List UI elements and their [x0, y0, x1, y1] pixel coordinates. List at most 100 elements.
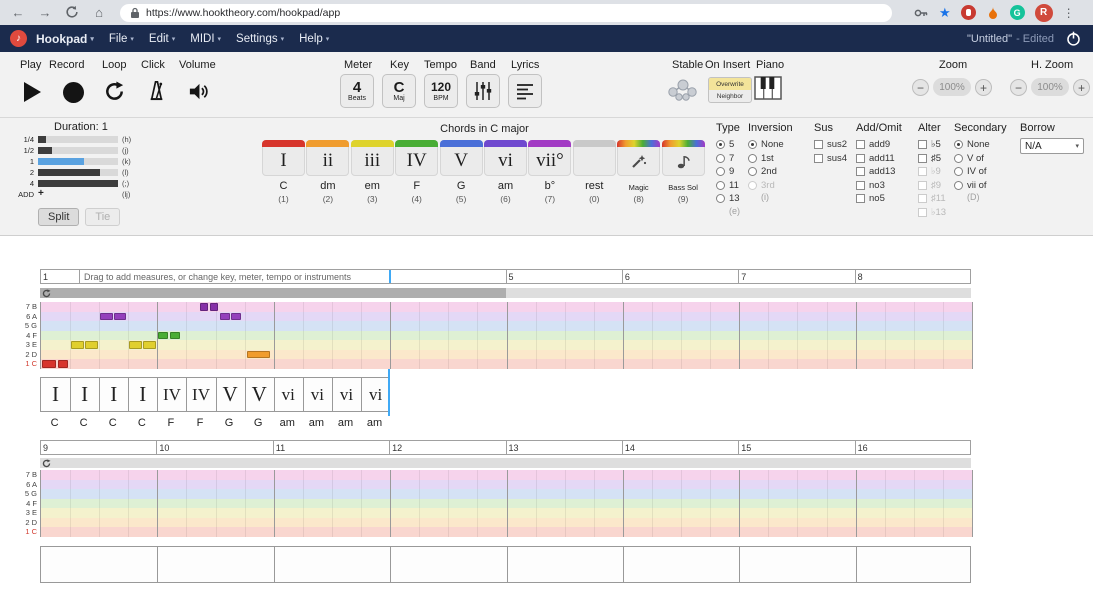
add_omit-option-add11[interactable]: add11 [856, 152, 902, 166]
chord-cell[interactable]: I [70, 378, 99, 411]
note-E[interactable] [70, 341, 84, 349]
chord-cell[interactable]: IV [157, 378, 186, 411]
extension-icon-red[interactable] [960, 5, 976, 20]
chord-lane[interactable] [40, 546, 971, 583]
duration-option-4[interactable]: 4 (;) [14, 178, 259, 188]
duration-option-ADD[interactable]: ADD + (lj) [14, 189, 259, 199]
duration-option-1/4[interactable]: 1/4 (h) [14, 134, 259, 144]
chord-cell[interactable]: V [245, 378, 274, 411]
alter-option-♭5[interactable]: ♭5 [918, 138, 946, 152]
record-button[interactable] [58, 77, 88, 107]
forward-icon[interactable]: → [37, 6, 53, 19]
bookmark-star-icon[interactable]: ★ [939, 6, 951, 19]
note-E[interactable] [85, 341, 99, 349]
reload-icon[interactable] [64, 5, 80, 21]
sus-option-sus4[interactable]: sus4 [814, 152, 847, 166]
inversion-option-None[interactable]: None [748, 138, 793, 152]
note-A[interactable] [231, 312, 242, 320]
meter-button[interactable]: 4 Beats [340, 74, 374, 108]
zoom-out-button[interactable]: − [912, 79, 929, 96]
address-bar[interactable]: https://www.hooktheory.com/hookpad/app [120, 3, 892, 22]
h-zoom-in-button[interactable]: + [1073, 79, 1090, 96]
chord-button-dm[interactable]: ii [306, 140, 350, 176]
sus-option-sus2[interactable]: sus2 [814, 138, 847, 152]
type-option-13[interactable]: 13 [716, 192, 740, 206]
chord-button-Bass Sol[interactable] [661, 140, 705, 176]
note-F[interactable] [169, 331, 180, 339]
note-A[interactable] [219, 312, 230, 320]
alter-option-♯9[interactable]: ♯9 [918, 179, 946, 193]
menu-hookpad[interactable]: Hookpad ▾ [36, 32, 94, 46]
note-E[interactable] [128, 341, 142, 349]
add_omit-option-no5[interactable]: no5 [856, 192, 902, 206]
click-button[interactable] [141, 75, 171, 105]
extension-icon-green[interactable]: G [1009, 5, 1025, 20]
section-bar[interactable] [40, 288, 971, 298]
chord-button-em[interactable]: iii [350, 140, 394, 176]
menu-help[interactable]: Help ▾ [299, 33, 329, 45]
inversion-option-2nd[interactable]: 2nd [748, 165, 793, 179]
power-button[interactable] [1064, 29, 1083, 48]
note-grid[interactable] [40, 470, 973, 537]
note-B[interactable] [209, 303, 218, 311]
chord-button-C[interactable]: I [262, 140, 305, 176]
measure-ruler[interactable]: 1 5 6 7 8 Drag to add measures, or change key… [40, 269, 971, 284]
lyrics-button[interactable] [508, 74, 542, 108]
hookpad-logo-icon[interactable]: ♪ [10, 30, 27, 47]
piano-button[interactable] [754, 76, 782, 105]
note-D[interactable] [246, 350, 270, 358]
add_omit-option-add9[interactable]: add9 [856, 138, 902, 152]
secondary-option-None[interactable]: None [954, 138, 1007, 152]
type-option-7[interactable]: 7 [716, 152, 740, 166]
inversion-option-1st[interactable]: 1st [748, 152, 793, 166]
type-option-11[interactable]: 11 [716, 179, 740, 193]
menu-midi[interactable]: MIDI ▾ [190, 33, 221, 45]
profile-avatar[interactable]: R [1034, 3, 1053, 22]
menu-file[interactable]: File ▾ [109, 33, 134, 45]
alter-option-♯11[interactable]: ♯11 [918, 192, 946, 206]
key-icon[interactable] [913, 5, 929, 21]
back-icon[interactable]: ← [10, 6, 26, 19]
split-button[interactable]: Split [38, 208, 80, 226]
chord-cell[interactable]: vi [332, 378, 361, 411]
alter-option-♯5[interactable]: ♯5 [918, 152, 946, 166]
note-C[interactable] [41, 360, 56, 368]
add_omit-option-add13[interactable]: add13 [856, 165, 902, 179]
note-grid[interactable] [40, 302, 973, 369]
chord-cell[interactable]: I [41, 378, 70, 411]
band-button[interactable] [466, 74, 500, 108]
note-B[interactable] [200, 303, 209, 311]
section-bar[interactable] [40, 458, 971, 468]
duration-option-1/2[interactable]: 1/2 (j) [14, 145, 259, 155]
chord-lane[interactable]: I I I I IV IV V Vvi vi vi vi [40, 377, 390, 412]
note-A[interactable] [99, 312, 113, 320]
key-button[interactable]: C Maj [382, 74, 416, 108]
chord-cell[interactable]: vi [361, 378, 390, 411]
note-A[interactable] [114, 312, 126, 320]
chord-button-F[interactable]: IV [395, 140, 439, 176]
secondary-option-IV of[interactable]: IV of [954, 165, 1007, 179]
chord-cell[interactable]: vi [303, 378, 332, 411]
measure-ruler[interactable]: 9 10 11 12 13 14 15 16 [40, 440, 971, 455]
duration-option-1[interactable]: 1 (k) [14, 156, 259, 166]
note-E[interactable] [143, 341, 157, 349]
chord-cell[interactable]: IV [186, 378, 215, 411]
chord-cell[interactable]: I [128, 378, 157, 411]
play-button[interactable] [17, 77, 47, 107]
borrow-select[interactable]: N/A ▾ [1020, 138, 1084, 154]
extension-icon-orange[interactable] [986, 6, 1000, 20]
menu-settings[interactable]: Settings ▾ [236, 33, 284, 45]
stable-button[interactable] [664, 76, 700, 107]
h-zoom-out-button[interactable]: − [1010, 79, 1027, 96]
menu-edit[interactable]: Edit ▾ [149, 33, 175, 45]
duration-option-2[interactable]: 2 (l) [14, 167, 259, 177]
note-F[interactable] [157, 331, 168, 339]
home-icon[interactable]: ⌂ [91, 6, 107, 19]
chord-button-G[interactable]: V [439, 140, 483, 176]
chord-cell[interactable]: I [99, 378, 128, 411]
secondary-option-V of[interactable]: V of [954, 152, 1007, 166]
inversion-option-3rd[interactable]: 3rd [748, 179, 793, 193]
chord-button-b°[interactable]: vii° [528, 140, 572, 176]
alter-option-♭13[interactable]: ♭13 [918, 206, 946, 220]
chord-cell[interactable]: vi [274, 378, 303, 411]
